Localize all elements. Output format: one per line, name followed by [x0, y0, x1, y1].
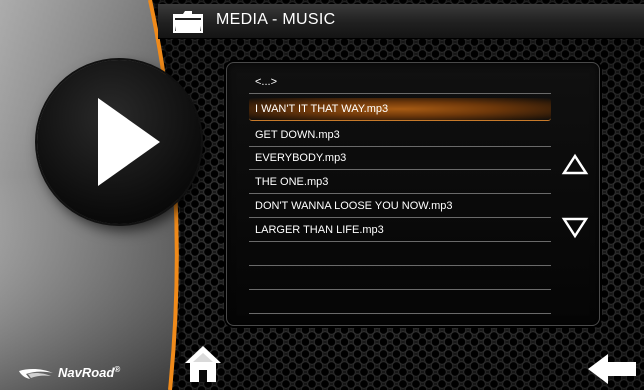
folder-icon: [173, 11, 203, 33]
list-item-empty[interactable]: [249, 291, 551, 314]
header-bar: MEDIA - MUSIC: [158, 4, 644, 39]
list-item[interactable]: DON'T WANNA LOOSE YOU NOW.mp3: [249, 195, 551, 218]
play-icon: [98, 98, 160, 186]
list-item-empty[interactable]: [249, 243, 551, 266]
list-item[interactable]: GET DOWN.mp3: [249, 124, 551, 147]
list-item[interactable]: LARGER THAN LIFE.mp3: [249, 219, 551, 242]
page-title: MEDIA - MUSIC: [216, 11, 336, 28]
triangle-up-icon: [561, 153, 589, 175]
play-button[interactable]: [37, 60, 201, 224]
home-button[interactable]: [184, 344, 222, 384]
back-arrow-icon: [588, 354, 636, 384]
list-item-empty[interactable]: [249, 267, 551, 290]
list-item-selected[interactable]: I WAN'T IT THAT WAY.mp3: [249, 98, 551, 121]
brand-name: NavRoad®: [58, 365, 121, 380]
navroad-logo-icon: [19, 368, 53, 379]
scroll-down-button[interactable]: [561, 215, 589, 239]
list-item[interactable]: EVERYBODY.mp3: [249, 147, 551, 170]
file-list-panel: <...> I WAN'T IT THAT WAY.mp3 GET DOWN.m…: [226, 62, 600, 326]
triangle-down-icon: [561, 217, 589, 239]
list-item[interactable]: THE ONE.mp3: [249, 171, 551, 194]
home-icon: [185, 346, 221, 382]
scroll-up-button[interactable]: [561, 153, 589, 177]
list-item-parent-folder[interactable]: <...>: [249, 71, 551, 94]
media-music-screen: MEDIA - MUSIC <...> I WAN'T IT THAT WAY.…: [0, 0, 644, 390]
back-button[interactable]: [586, 352, 638, 386]
